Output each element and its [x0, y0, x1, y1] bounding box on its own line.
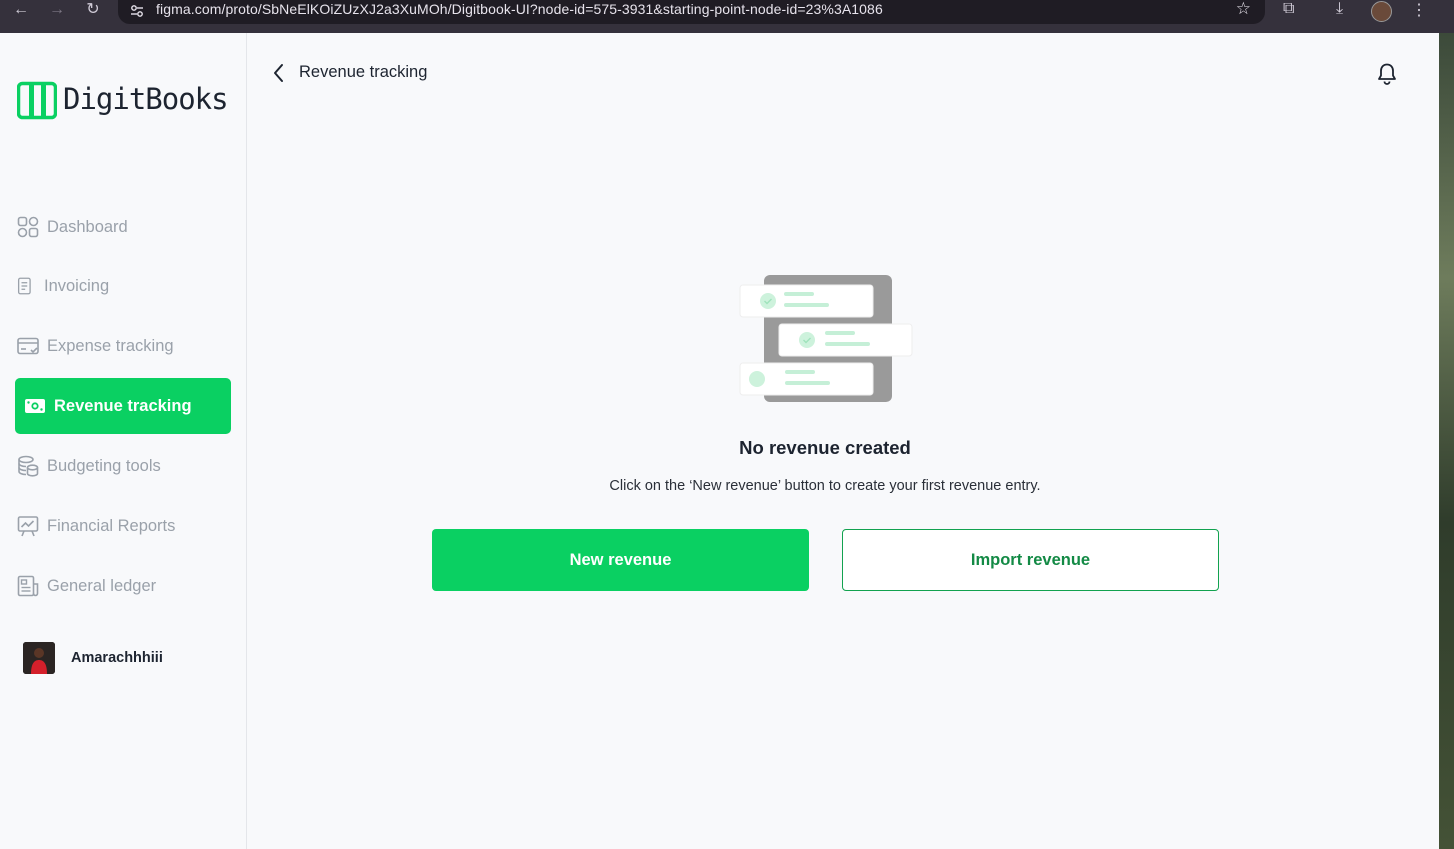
invoice-doc-icon	[17, 277, 31, 295]
logo-icon	[17, 81, 57, 120]
empty-state-title: No revenue created	[739, 437, 911, 458]
user-name: Amarachhhiii	[71, 650, 163, 666]
new-revenue-button[interactable]: New revenue	[432, 529, 809, 591]
sidebar-item-general-ledger[interactable]: General ledger	[15, 558, 231, 614]
empty-state-message: Click on the ‘New revenue’ button to cre…	[609, 478, 1041, 494]
url-text[interactable]: figma.com/proto/SbNeElKOiZUzXJ2a3XuMOh/D…	[156, 1, 883, 17]
user-profile[interactable]: Amarachhhiii	[23, 642, 163, 674]
sidebar-item-label: Expense tracking	[47, 336, 174, 355]
sidebar-item-label: Financial Reports	[47, 516, 176, 535]
dashboard-grid-icon	[17, 216, 39, 238]
user-photo	[23, 642, 55, 674]
empty-state-illustration	[739, 275, 913, 402]
credit-card-icon	[17, 337, 39, 355]
import-revenue-button[interactable]: Import revenue	[842, 529, 1219, 591]
money-icon	[25, 399, 45, 413]
sidebar-item-label: Revenue tracking	[54, 396, 192, 415]
notification-bell-icon[interactable]	[1377, 62, 1397, 86]
bookmark-star-icon[interactable]: ☆	[1236, 0, 1251, 19]
sidebar-item-label: Invoicing	[44, 276, 110, 295]
profile-avatar[interactable]	[1371, 1, 1392, 22]
coins-stack-icon	[18, 455, 39, 477]
sidebar-item-expense-tracking[interactable]: Expense tracking	[15, 318, 231, 374]
sidebar: DigitBooks Dashboard Invoicing Expense t…	[0, 33, 247, 849]
sidebar-item-label: Dashboard	[47, 217, 128, 236]
sidebar-item-dashboard[interactable]: Dashboard	[15, 199, 231, 255]
extensions-icon[interactable]: ⧉	[1283, 0, 1294, 18]
logo-text: DigitBooks	[63, 82, 229, 116]
forward-arrow-icon[interactable]: →	[42, 0, 72, 20]
main-content: Revenue tracking No revenue created Clic…	[247, 33, 1439, 849]
back-arrow-icon[interactable]: ←	[6, 0, 36, 20]
app-window: DigitBooks Dashboard Invoicing Expense t…	[0, 33, 1439, 849]
user-avatar[interactable]	[23, 642, 55, 674]
desktop-background	[1439, 33, 1454, 849]
sidebar-item-revenue-tracking[interactable]: Revenue tracking	[15, 378, 231, 434]
chart-presentation-icon	[17, 516, 39, 537]
sidebar-item-label: General ledger	[47, 576, 157, 595]
address-bar[interactable]: figma.com/proto/SbNeElKOiZUzXJ2a3XuMOh/D…	[118, 0, 1265, 24]
site-settings-icon[interactable]	[130, 4, 144, 18]
sidebar-item-budgeting-tools[interactable]: Budgeting tools	[15, 438, 231, 494]
sidebar-item-label: Budgeting tools	[47, 456, 161, 475]
ledger-doc-icon	[17, 575, 39, 597]
reload-icon[interactable]: ↻	[78, 0, 108, 20]
sidebar-item-invoicing[interactable]: Invoicing	[15, 258, 231, 314]
page-title: Revenue tracking	[299, 63, 428, 81]
back-chevron-icon[interactable]	[271, 62, 287, 84]
sidebar-item-financial-reports[interactable]: Financial Reports	[15, 498, 231, 554]
browser-menu-icon[interactable]: ⋮	[1411, 0, 1427, 20]
download-icon[interactable]: ⤓	[1336, 0, 1343, 18]
browser-toolbar: ← → ↻ figma.com/proto/SbNeElKOiZUzXJ2a3X…	[0, 0, 1454, 33]
